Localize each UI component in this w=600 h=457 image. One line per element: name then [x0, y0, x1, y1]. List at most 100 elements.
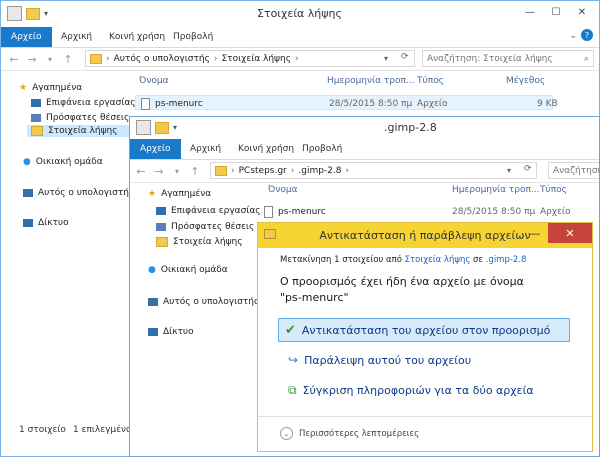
file-name[interactable]: ps-menurc	[141, 98, 203, 110]
ribbon-expand-icon[interactable]: ⌄	[569, 31, 577, 41]
skip-arrow-icon: ↪	[288, 353, 299, 367]
back-address-row: ← → ▾ ↑ › Αυτός ο υπολογιστής › Στοιχεία…	[1, 48, 599, 71]
downloads-folder-icon	[156, 237, 168, 247]
recent-places-icon	[156, 223, 166, 231]
breadcrumb-separator-icon[interactable]: ›	[214, 54, 218, 64]
front-tab-share[interactable]: Κοινή χρήση	[238, 139, 294, 159]
address-dropdown-icon[interactable]: ▾	[507, 166, 511, 175]
close-icon[interactable]: ✕	[569, 1, 595, 23]
back-quick-access-toolbar: ▾	[7, 6, 48, 21]
star-icon: ★	[148, 189, 157, 199]
nav-favorites[interactable]: ★ Αγαπημένα	[148, 189, 211, 199]
file-type: Αρχείο	[417, 99, 448, 109]
qat-dropdown-icon[interactable]: ▾	[173, 123, 177, 132]
col-name[interactable]: Όνομα	[268, 185, 298, 195]
front-ribbon: Αρχείο Αρχική Κοινή χρήση Προβολή	[130, 139, 599, 160]
back-arrow-icon[interactable]: ←	[7, 52, 21, 66]
desktop-icon	[156, 207, 166, 215]
back-search-input[interactable]: Αναζήτηση: Στοιχεία λήψης ⌕	[422, 50, 594, 67]
qat-dropdown-icon[interactable]: ▾	[44, 9, 48, 18]
compare-files-option[interactable]: ⧉ Σύγκριση πληροφοριών για τα δύο αρχεία	[288, 378, 534, 402]
col-type[interactable]: Τύπος	[417, 76, 444, 86]
breadcrumb-separator-icon[interactable]: ›	[295, 54, 299, 64]
recent-locations-icon[interactable]: ▾	[43, 52, 57, 66]
breadcrumb-this-pc[interactable]: Αυτός ο υπολογιστής	[114, 54, 210, 64]
minimize-icon[interactable]: —	[517, 1, 543, 23]
col-type[interactable]: Τύπος	[540, 185, 567, 195]
breadcrumb-gimp[interactable]: .gimp-2.8	[298, 166, 341, 176]
up-arrow-icon[interactable]: ↑	[61, 52, 75, 66]
back-tab-view[interactable]: Προβολή	[173, 27, 213, 47]
back-tab-share[interactable]: Κοινή χρήση	[109, 27, 165, 47]
breadcrumb-separator-icon[interactable]: ›	[106, 54, 110, 64]
col-size[interactable]: Μέγεθος	[506, 76, 545, 86]
breadcrumb-separator-icon[interactable]: ›	[291, 166, 295, 176]
nav-desktop[interactable]: Επιφάνεια εργασίας	[31, 98, 136, 108]
nav-network[interactable]: Δίκτυο	[23, 218, 69, 228]
file-type: Αρχείο	[540, 207, 571, 217]
front-tab-home[interactable]: Αρχική	[190, 139, 221, 159]
homegroup-icon: ●	[148, 265, 156, 275]
front-tab-file[interactable]: Αρχείο	[130, 139, 181, 159]
dialog-close-button[interactable]: ✕	[548, 223, 592, 243]
refresh-icon[interactable]: ⟳	[524, 164, 532, 174]
recent-places-icon	[31, 114, 41, 122]
breadcrumb-separator-icon[interactable]: ›	[231, 166, 235, 176]
homegroup-icon: ●	[23, 157, 31, 167]
conflict-message-line1: Ο προορισμός έχει ήδη ένα αρχείο με όνομ…	[280, 275, 524, 288]
source-folder-link[interactable]: Στοιχεία λήψης	[405, 255, 471, 265]
col-name[interactable]: Όνομα	[139, 76, 169, 86]
nav-recent[interactable]: Πρόσφατες θέσεις	[156, 222, 254, 232]
nav-downloads[interactable]: Στοιχεία λήψης	[156, 237, 243, 247]
col-date[interactable]: Ημερομηνία τροπ...	[327, 76, 415, 86]
network-icon	[23, 219, 33, 227]
more-details-toggle[interactable]: ⌄ Περισσότερες λεπτομέρειες	[280, 427, 419, 440]
file-size: 9 KB	[537, 99, 558, 109]
forward-arrow-icon[interactable]: →	[152, 164, 166, 178]
back-tab-file[interactable]: Αρχείο	[1, 27, 52, 47]
conflict-message-line2: "ps-menurc"	[280, 291, 349, 304]
col-date[interactable]: Ημερομηνία τροπ...	[452, 185, 540, 195]
nav-homegroup[interactable]: ● Οικιακή ομάδα	[23, 157, 103, 167]
back-arrow-icon[interactable]: ←	[134, 164, 148, 178]
file-name[interactable]: ps-menurc	[264, 206, 326, 218]
breadcrumb-separator-icon[interactable]: ›	[346, 166, 350, 176]
dialog-titlebar: Αντικατάσταση ή παράβλεψη αρχείων — ✕	[258, 223, 592, 248]
back-ribbon: Αρχείο Αρχική Κοινή χρήση Προβολή ⌄ ?	[1, 27, 599, 48]
maximize-icon[interactable]: ☐	[543, 1, 569, 23]
front-address-row: ← → ▾ ↑ › PCsteps.gr › .gimp-2.8 › ▾ ⟳ Α…	[130, 160, 599, 183]
destination-folder-link[interactable]: .gimp-2.8	[486, 255, 527, 265]
address-dropdown-icon[interactable]: ▾	[384, 54, 388, 63]
back-tab-home[interactable]: Αρχική	[61, 27, 92, 47]
replace-file-option[interactable]: ✔ Αντικατάσταση του αρχείου στον προορισ…	[278, 318, 570, 342]
nav-thispc[interactable]: Αυτός ο υπολογιστής	[148, 297, 259, 307]
downloads-folder-icon	[31, 126, 43, 136]
minimize-icon[interactable]: —	[524, 223, 546, 243]
new-folder-icon[interactable]	[155, 121, 169, 134]
help-icon[interactable]: ?	[581, 29, 593, 41]
new-folder-icon[interactable]	[26, 7, 40, 20]
front-tab-view[interactable]: Προβολή	[302, 139, 342, 159]
back-address-bar[interactable]: › Αυτός ο υπολογιστής › Στοιχεία λήψης ›	[85, 50, 415, 67]
properties-icon[interactable]	[136, 120, 151, 135]
nav-desktop[interactable]: Επιφάνεια εργασίας	[156, 206, 261, 216]
nav-downloads[interactable]: Στοιχεία λήψης	[27, 125, 131, 137]
nav-homegroup[interactable]: ● Οικιακή ομάδα	[148, 265, 228, 275]
nav-thispc[interactable]: Αυτός ο υπολογιστής	[23, 188, 134, 198]
front-address-bar[interactable]: › PCsteps.gr › .gimp-2.8 ›	[210, 162, 537, 179]
nav-favorites[interactable]: ★ Αγαπημένα	[19, 83, 82, 93]
refresh-icon[interactable]: ⟳	[401, 52, 409, 62]
front-search-input[interactable]: Αναζήτηση	[548, 162, 599, 179]
nav-network[interactable]: Δίκτυο	[148, 327, 194, 337]
back-window-title: Στοιχεία λήψης	[257, 7, 342, 20]
recent-locations-icon[interactable]: ▾	[170, 164, 184, 178]
breadcrumb-pcsteps[interactable]: PCsteps.gr	[239, 166, 287, 176]
search-icon[interactable]: ⌕	[584, 54, 589, 64]
nav-recent[interactable]: Πρόσφατες θέσεις	[31, 113, 129, 123]
forward-arrow-icon[interactable]: →	[25, 52, 39, 66]
properties-icon[interactable]	[7, 6, 22, 21]
back-window-controls: — ☐ ✕	[517, 1, 595, 23]
breadcrumb-downloads[interactable]: Στοιχεία λήψης	[221, 54, 291, 64]
skip-file-option[interactable]: ↪ Παράλειψη αυτού του αρχείου	[288, 348, 471, 372]
up-arrow-icon[interactable]: ↑	[188, 164, 202, 178]
